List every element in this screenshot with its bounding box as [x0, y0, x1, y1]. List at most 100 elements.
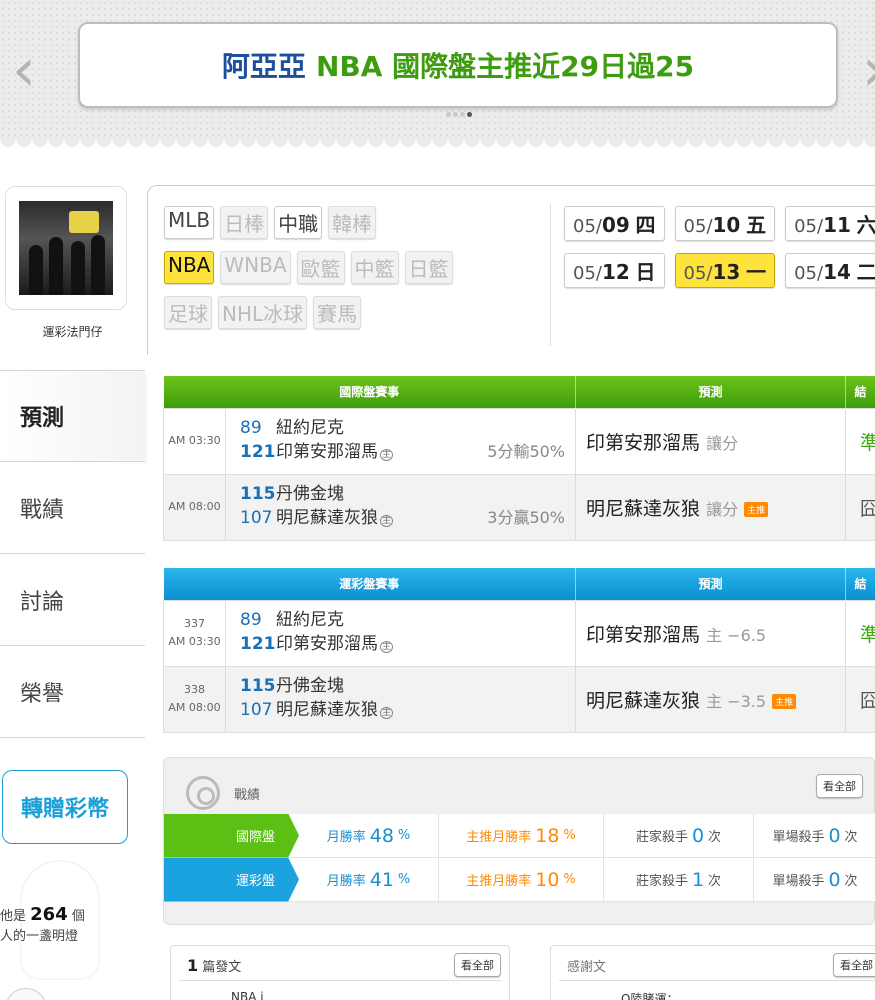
- single-game-killer: 單場殺手 0 次: [754, 858, 875, 902]
- lamp-prefix: 他是: [0, 909, 27, 924]
- league-tag-nba[interactable]: NBA: [164, 251, 215, 284]
- home-mark: 主: [380, 448, 394, 461]
- league-tag-japan-basketball[interactable]: 日籃: [404, 251, 453, 284]
- avatar-frame[interactable]: [5, 186, 127, 310]
- stat-value: 0: [828, 824, 841, 847]
- username[interactable]: 運彩法門仔: [0, 323, 145, 340]
- game-teams[interactable]: 115丹佛金塊 107 明尼蘇達灰狼主 3分贏50%: [224, 473, 577, 541]
- lamp-unit: 個: [71, 909, 85, 924]
- game-teams[interactable]: 89 紐約尼克 121印第安那溜馬主 5分輸50%: [224, 407, 577, 475]
- league-tag-euro-basketball[interactable]: 歐籃: [296, 251, 345, 284]
- result: 準: [845, 599, 875, 667]
- table-header: 結: [845, 568, 875, 600]
- stat-unit: 次: [844, 874, 858, 889]
- league-tag-nhl[interactable]: NHL冰球: [218, 296, 308, 329]
- sidebar-item-honors[interactable]: 榮譽: [0, 646, 145, 738]
- table-header-row: 國際盤賽事 預測 結: [163, 376, 875, 408]
- lamp-button[interactable]: [5, 988, 47, 1000]
- pager-dot-active[interactable]: [467, 112, 472, 117]
- posts-header: 1 篇發文: [187, 956, 241, 975]
- league-tag-mlb[interactable]: MLB: [164, 206, 215, 239]
- league-row: MLB 日棒 中職 韓棒: [164, 206, 554, 239]
- date-day: 14: [823, 260, 851, 284]
- sidebar-item-record[interactable]: 戰績: [0, 462, 145, 554]
- date-selector: 05/09 四 05/10 五 05/11 六 05/12 日 05/13 一 …: [564, 206, 875, 300]
- stat-label: 莊家殺手: [635, 830, 688, 845]
- date-row: 05/12 日 05/13 一 05/14 二: [564, 253, 875, 288]
- table-header: 結: [845, 376, 875, 408]
- game-time: AM 08:00: [163, 473, 226, 541]
- pager-dot[interactable]: [453, 112, 458, 117]
- date-month: 05/: [683, 263, 713, 284]
- target-icon: [186, 776, 220, 810]
- record-header: 戰績: [186, 776, 260, 810]
- stat-label: 月勝率: [326, 874, 366, 889]
- game-teams[interactable]: 115丹佛金塊 107 明尼蘇達灰狼主: [224, 665, 577, 733]
- game-teams[interactable]: 89 紐約尼克 121印第安那溜馬主: [224, 599, 577, 667]
- sidebar-item-predictions[interactable]: 預測: [0, 370, 145, 462]
- pager-dot[interactable]: [460, 112, 465, 117]
- stat-unit: %: [563, 872, 576, 887]
- next-arrow-icon[interactable]: ›: [862, 40, 875, 100]
- pager-dot[interactable]: [446, 112, 451, 117]
- date-day: 10: [712, 213, 741, 237]
- album-logo-icon: [69, 211, 99, 233]
- away-team: 丹佛金塊: [276, 483, 344, 504]
- home-team: 印第安那溜馬: [276, 441, 378, 462]
- date-day: 12: [601, 260, 630, 284]
- game-time: AM 03:30: [168, 635, 221, 648]
- avatar[interactable]: [19, 201, 113, 295]
- stat-value: 0: [828, 868, 841, 891]
- stat-unit: %: [397, 872, 411, 887]
- league-tag-cpbl[interactable]: 中職: [274, 206, 323, 239]
- figure-shape: [29, 245, 43, 295]
- gift-coins-button[interactable]: 轉贈彩幣: [2, 770, 128, 844]
- prev-arrow-icon[interactable]: ‹: [12, 40, 36, 100]
- team-number: 89: [240, 609, 262, 630]
- bookie-killer: 莊家殺手 0 次: [604, 813, 754, 858]
- date-weekday: 二: [856, 260, 875, 284]
- prediction: 明尼蘇達灰狼 主 −3.5 主推: [575, 665, 847, 733]
- selector-panel: MLB 日棒 中職 韓棒 NBA WNBA 歐籃 中籃 日籃 足球 NHL冰球 …: [147, 185, 875, 355]
- home-team: 明尼蘇達灰狼: [276, 699, 378, 720]
- carousel-pager[interactable]: [446, 112, 472, 117]
- prediction: 印第安那溜馬 主 −6.5: [575, 599, 847, 667]
- league-tag-soccer[interactable]: 足球: [164, 296, 212, 329]
- date-button-selected[interactable]: 05/13 一: [674, 253, 776, 288]
- view-all-thanks-button[interactable]: 看全部: [833, 953, 875, 977]
- date-button[interactable]: 05/09 四: [564, 206, 665, 241]
- lamp-suffix: 人的一盞明燈: [0, 929, 79, 944]
- stat-label: 主推月勝率: [466, 830, 532, 845]
- date-row: 05/09 四 05/10 五 05/11 六: [564, 206, 875, 241]
- divider: [559, 980, 875, 981]
- date-weekday: 一: [746, 260, 767, 284]
- date-button[interactable]: 05/12 日: [564, 253, 665, 288]
- league-tags: MLB 日棒 中職 韓棒 NBA WNBA 歐籃 中籃 日籃 足球 NHL冰球 …: [164, 206, 554, 341]
- view-all-record-button[interactable]: 看全部: [816, 774, 863, 798]
- stat-value: 48: [369, 824, 394, 847]
- post-item[interactable]: NBA i: [231, 990, 264, 1000]
- date-button[interactable]: 05/11 六: [785, 206, 875, 241]
- pred-team: 明尼蘇達灰狼: [586, 497, 701, 520]
- featured-badge: 主推: [772, 693, 797, 709]
- date-button[interactable]: 05/10 五: [674, 206, 776, 241]
- headline-text: NBA 國際盤主推近29日過25: [315, 50, 695, 83]
- pred-note: 主 −3.5: [706, 691, 767, 711]
- thanks-item[interactable]: Q陸賭運：: [621, 990, 678, 1000]
- league-tag-china-basketball[interactable]: 中籃: [350, 251, 399, 284]
- record-label: 國際盤: [164, 813, 299, 858]
- date-button[interactable]: 05/14 二: [785, 253, 875, 288]
- thanks-box: 感謝文 看全部 Q陸賭運：: [550, 945, 875, 1000]
- headline-box[interactable]: 阿亞亞 NBA 國際盤主推近29日過25: [78, 22, 838, 108]
- stat-unit: 次: [708, 830, 722, 845]
- featured-badge: 主推: [744, 501, 769, 517]
- league-tag-kbo[interactable]: 韓棒: [328, 206, 377, 239]
- pred-note: 主 −6.5: [706, 625, 767, 645]
- league-tag-horse-racing[interactable]: 賽馬: [313, 296, 362, 329]
- league-tag-wnba[interactable]: WNBA: [220, 251, 291, 284]
- league-tag-npb[interactable]: 日棒: [220, 206, 269, 239]
- post-count: 1: [187, 956, 199, 975]
- record-label: 運彩盤: [164, 857, 299, 902]
- view-all-posts-button[interactable]: 看全部: [454, 953, 501, 977]
- sidebar-item-discussion[interactable]: 討論: [0, 554, 145, 646]
